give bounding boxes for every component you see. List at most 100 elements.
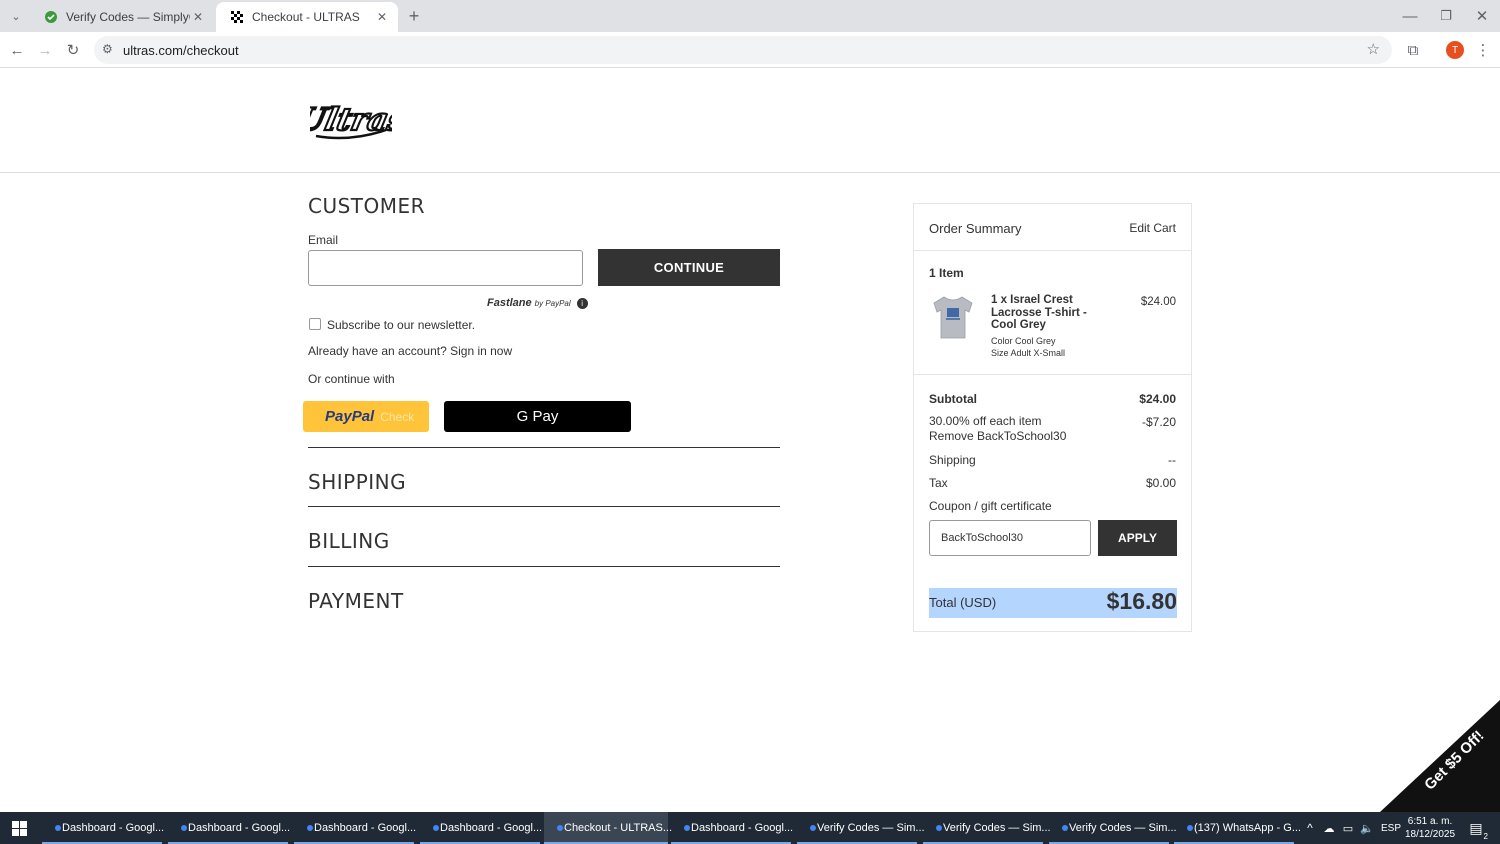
taskbar-item-label: Verify Codes — Sim...: [817, 822, 925, 834]
browser-toolbar: ← → ↻ ⚙ ultras.com/checkout ☆ ⧉ T ⋮: [0, 32, 1500, 68]
tab-title: Verify Codes — SimplyCodes: [66, 10, 190, 24]
taskbar-item[interactable]: Dashboard - Googl...: [42, 812, 165, 844]
chrome-icon: [302, 820, 313, 836]
bookmark-star-icon[interactable]: ☆: [1367, 40, 1380, 58]
back-arrow-icon[interactable]: ←: [5, 38, 29, 62]
url-text: ultras.com/checkout: [123, 43, 239, 58]
taskbar-item-label: (137) WhatsApp - G...: [1194, 822, 1301, 834]
extensions-puzzle-icon[interactable]: ⧉: [1401, 38, 1425, 62]
product-color: Color Cool Grey: [991, 336, 1056, 346]
product-thumbnail[interactable]: [930, 294, 976, 342]
taskbar-item[interactable]: Verify Codes — Sim...: [1049, 812, 1177, 844]
sign-in-link[interactable]: Already have an account? Sign in now: [308, 344, 512, 358]
order-summary-panel: Order Summary Edit Cart 1 Item 1 x Israe…: [913, 203, 1192, 632]
windows-logo-icon: [11, 820, 27, 836]
edit-cart-link[interactable]: Edit Cart: [1129, 221, 1176, 235]
info-icon[interactable]: i: [576, 297, 588, 309]
discount-label[interactable]: 30.00% off each item Remove BackToSchool…: [929, 414, 1079, 444]
profile-avatar[interactable]: T: [1443, 38, 1467, 62]
billing-heading: BILLING: [308, 529, 390, 553]
chrome-icon: [805, 820, 816, 836]
summary-divider: [914, 250, 1191, 251]
paypal-logo-text: PayPal: [325, 408, 375, 425]
item-count: 1 Item: [929, 266, 964, 280]
total-value: $16.80: [1106, 588, 1177, 614]
tax-value: $0.00: [1145, 476, 1176, 490]
taskbar-item[interactable]: Verify Codes — Sim...: [797, 812, 925, 844]
fastlane-badge: Fastlane by PayPal i: [487, 297, 588, 309]
close-tab-icon[interactable]: ✕: [374, 10, 390, 24]
header-divider: [0, 172, 1500, 173]
forward-arrow-icon[interactable]: →: [33, 38, 57, 62]
shipping-value: --: [1168, 453, 1176, 467]
shipping-label: Shipping: [929, 453, 976, 467]
address-bar[interactable]: ⚙ ultras.com/checkout ☆: [94, 36, 1392, 64]
close-window-icon[interactable]: ✕: [1470, 4, 1494, 28]
google-pay-button[interactable]: G Pay: [444, 401, 631, 432]
taskbar-item[interactable]: Dashboard - Googl...: [294, 812, 416, 844]
profile-initial: T: [1446, 41, 1464, 59]
taskbar-item-label: Verify Codes — Sim...: [943, 822, 1051, 834]
site-settings-icon[interactable]: ⚙: [102, 42, 113, 56]
tab-title: Checkout - ULTRAS: [252, 10, 360, 24]
fastlane-text: Fastlane: [487, 297, 532, 309]
payment-heading: PAYMENT: [308, 589, 404, 613]
browser-menu-icon[interactable]: ⋮: [1471, 38, 1495, 62]
ultras-favicon-icon: [230, 10, 244, 24]
continue-button[interactable]: CONTINUE: [598, 249, 780, 286]
tax-label: Tax: [929, 476, 948, 490]
taskbar-item-label: Verify Codes — Sim...: [1069, 822, 1177, 834]
restore-window-icon[interactable]: ❐: [1434, 4, 1458, 28]
shipping-heading: SHIPPING: [308, 470, 407, 494]
minimize-window-icon[interactable]: —: [1398, 4, 1422, 28]
taskbar-item[interactable]: Dashboard - Googl...: [168, 812, 291, 844]
summary-divider: [914, 374, 1191, 375]
cloud-sync-icon[interactable]: ☁: [1321, 812, 1337, 844]
chrome-icon: [176, 820, 187, 836]
close-tab-icon[interactable]: ✕: [190, 10, 206, 24]
coupon-field[interactable]: BackToSchool30: [929, 520, 1091, 556]
tab-verify-codes[interactable]: Verify Codes — SimplyCodes ✕: [30, 2, 214, 32]
taskbar-item[interactable]: Dashboard - Googl...: [420, 812, 542, 844]
apply-coupon-button[interactable]: APPLY: [1098, 520, 1177, 556]
ultras-logo[interactable]: Ultras: [294, 96, 410, 144]
system-clock[interactable]: 6:51 a. m. 18/12/2025: [1404, 812, 1456, 844]
taskbar-item[interactable]: Verify Codes — Sim...: [923, 812, 1051, 844]
taskbar-item-label: Dashboard - Googl...: [188, 822, 291, 834]
promo-ribbon[interactable]: Get $5 Off!: [1380, 700, 1500, 812]
volume-icon[interactable]: 🔈: [1359, 812, 1375, 844]
start-button[interactable]: [0, 812, 38, 844]
section-divider: [308, 506, 780, 507]
new-tab-icon[interactable]: +: [402, 4, 426, 28]
simplycodes-favicon-icon: [44, 10, 58, 24]
taskbar-item[interactable]: Dashboard - Googl...: [671, 812, 794, 844]
show-hidden-icons-chevron-icon[interactable]: ^: [1302, 812, 1318, 844]
customer-heading: CUSTOMER: [308, 194, 426, 218]
product-name: 1 x Israel Crest Lacrosse T-shirt - Cool…: [991, 294, 1087, 331]
section-divider: [308, 566, 780, 567]
notifications-icon[interactable]: ▤ 2: [1464, 812, 1488, 844]
reload-icon[interactable]: ↻: [61, 38, 85, 62]
newsletter-label: Subscribe to our newsletter.: [327, 318, 476, 332]
product-size: Size Adult X-Small: [991, 348, 1066, 358]
chrome-icon: [50, 820, 61, 836]
fastlane-by-text: by PayPal: [534, 298, 571, 308]
newsletter-checkbox[interactable]: [309, 318, 321, 330]
taskbar-item-active[interactable]: Checkout - ULTRAS...: [544, 812, 672, 844]
tab-search-chevron-icon[interactable]: ⌄: [4, 4, 28, 28]
windows-taskbar: Dashboard - Googl... Dashboard - Googl..…: [0, 812, 1500, 844]
network-icon[interactable]: ▭: [1340, 812, 1356, 844]
chrome-icon: [552, 820, 563, 836]
taskbar-item-label: Dashboard - Googl...: [62, 822, 165, 834]
email-label: Email: [308, 233, 339, 247]
input-language[interactable]: ESP: [1380, 812, 1402, 844]
paypal-checkout-text: Check: [380, 409, 415, 424]
taskbar-item-label: Checkout - ULTRAS...: [564, 822, 672, 834]
browser-tab-bar: ⌄ Verify Codes — SimplyCodes ✕ Checkout …: [0, 0, 1500, 32]
email-field[interactable]: [308, 250, 583, 286]
taskbar-item[interactable]: (137) WhatsApp - G...: [1174, 812, 1301, 844]
taskbar-item-label: Dashboard - Googl...: [691, 822, 794, 834]
paypal-checkout-button[interactable]: PayPal Check: [303, 401, 429, 432]
tab-checkout-ultras[interactable]: Checkout - ULTRAS ✕: [216, 2, 398, 32]
subtotal-value: $24.00: [1139, 392, 1176, 406]
